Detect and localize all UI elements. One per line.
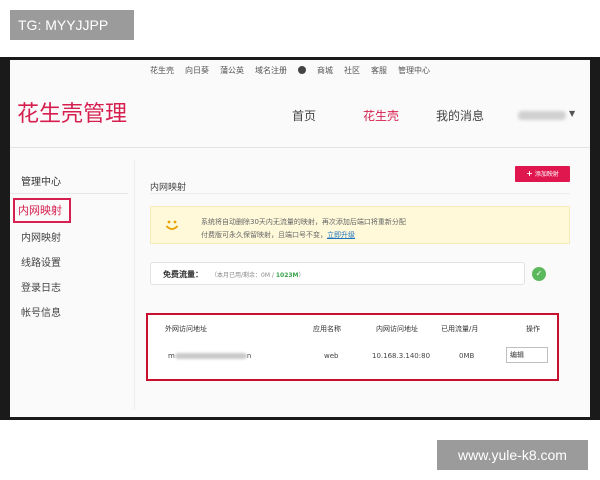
sidebar-section-title: 管理中心 (21, 177, 61, 188)
blurred-address (174, 353, 247, 359)
free-traffic-panel: 免费流量： （本月已用/剩余：0M / 1023M） (150, 262, 525, 285)
free-traffic-info: （本月已用/剩余：0M / 1023M） (211, 270, 305, 279)
add-mapping-label: 添加映射 (534, 171, 559, 178)
external-suffix: n (246, 352, 252, 360)
top-nav-item[interactable]: 管理中心 (398, 65, 430, 76)
watermark-bottom: www.yule-k8.com (437, 440, 588, 470)
cell-internal-address: 10.168.3.140:80 (372, 352, 431, 360)
add-mapping-button[interactable]: + 添加映射 (515, 166, 570, 182)
free-traffic-label: 免费流量： (163, 270, 203, 279)
top-nav-item[interactable]: 向日葵 (185, 65, 209, 76)
col-header-internal: 内网访问地址 (376, 325, 418, 333)
plus-icon: + (526, 169, 533, 178)
upgrade-link[interactable]: 立即升级 (327, 231, 355, 239)
notice-line-2-text: 付费版可永久保留映射，且端口号不变， (201, 231, 327, 239)
sidebar-item-login-log[interactable]: 登录日志 (21, 279, 61, 294)
header-divider (10, 147, 590, 148)
top-nav-item[interactable]: 域名注册 (255, 65, 287, 76)
top-nav-item[interactable]: 社区 (344, 65, 360, 76)
browser-screen: 花生壳 向日葵 蒲公英 域名注册 商城 社区 客服 管理中心 花生壳管理 首页 … (10, 60, 590, 417)
traffic-info-suffix: ） (298, 272, 305, 279)
edit-button[interactable]: 编辑 (506, 347, 548, 363)
traffic-remaining-value: 1023M (275, 272, 299, 279)
sidebar-item-line-settings[interactable]: 线路设置 (21, 254, 61, 269)
sidebar-divider (10, 193, 128, 194)
external-prefix: m (168, 352, 175, 360)
top-nav-item[interactable]: 花生壳 (150, 65, 174, 76)
col-header-traffic: 已用流量/月 (441, 325, 479, 333)
cell-traffic-used: 0MB (459, 352, 475, 360)
notice-banner: 系统将自动删除30天内无流量的映射，再次添加后端口将重新分配 付费版可永久保留映… (150, 206, 570, 244)
content-divider (150, 193, 570, 194)
nav-oray-active[interactable]: 花生壳 (363, 107, 399, 124)
notice-text: 系统将自动删除30天内无流量的映射，再次添加后端口将重新分配 付费版可永久保留映… (201, 216, 406, 242)
user-name-blurred[interactable] (518, 111, 566, 120)
content-title: 内网映射 (150, 183, 187, 193)
cell-app-name: web (324, 352, 339, 360)
notice-line-2: 付费版可永久保留映射，且端口号不变，立即升级 (201, 229, 406, 242)
nav-home[interactable]: 首页 (292, 107, 316, 124)
sidebar-divider-vertical (134, 160, 135, 410)
brand-logo[interactable]: 花生壳管理 (17, 96, 127, 128)
top-nav: 花生壳 向日葵 蒲公英 域名注册 商城 社区 客服 管理中心 (150, 65, 430, 76)
smiley-icon (165, 220, 179, 230)
sidebar-item-account-info[interactable]: 帐号信息 (21, 304, 61, 319)
top-nav-item[interactable]: 商城 (317, 65, 333, 76)
mapping-table: 外网访问地址 应用名称 内网访问地址 已用流量/月 操作 mn web 10.1… (146, 313, 559, 381)
sidebar-highlight-box[interactable]: 内网映射 (13, 198, 71, 223)
globe-icon[interactable] (298, 66, 306, 74)
top-nav-item[interactable]: 客服 (371, 65, 387, 76)
notice-line-1: 系统将自动删除30天内无流量的映射，再次添加后端口将重新分配 (201, 218, 406, 226)
nav-messages[interactable]: 我的消息 (436, 107, 484, 124)
cell-external-address[interactable]: mn (168, 352, 251, 360)
page: TG: MYYJJPP 花生壳 向日葵 蒲公英 域名注册 商城 社区 客服 管理… (0, 0, 600, 480)
top-nav-item[interactable]: 蒲公英 (220, 65, 244, 76)
screenshot-frame: 花生壳 向日葵 蒲公英 域名注册 商城 社区 客服 管理中心 花生壳管理 首页 … (0, 57, 600, 420)
sidebar-item-port-mapping[interactable]: 内网映射 (21, 229, 61, 244)
col-header-app: 应用名称 (313, 325, 341, 333)
main-nav: 首页 花生壳 我的消息 (292, 107, 484, 124)
traffic-info-prefix: （本月已用/剩余：0M / (211, 272, 276, 279)
col-header-action: 操作 (526, 325, 540, 333)
col-header-external: 外网访问地址 (165, 325, 207, 333)
check-circle-icon[interactable]: ✓ (532, 267, 546, 281)
watermark-top: TG: MYYJJPP (10, 10, 134, 40)
chevron-down-icon[interactable]: ▼ (569, 109, 575, 118)
